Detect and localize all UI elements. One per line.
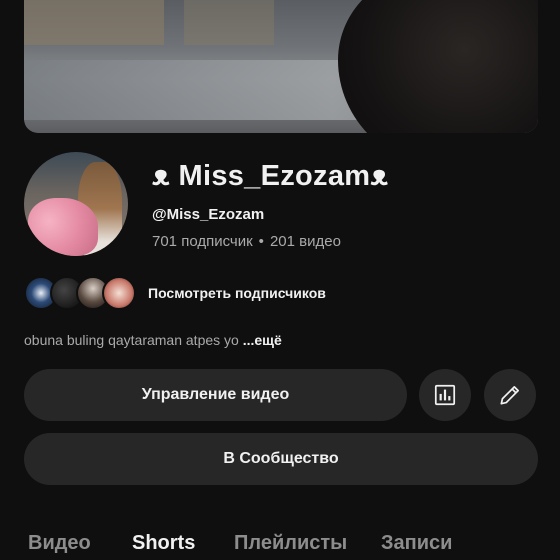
channel-name: ᴥ Miss_Ezozamᴥ bbox=[152, 160, 389, 192]
channel-handle: @Miss_Ezozam bbox=[152, 206, 265, 223]
manage-videos-button[interactable]: Управление видео bbox=[24, 369, 407, 421]
banner-building bbox=[24, 0, 164, 45]
channel-banner bbox=[24, 0, 538, 133]
channel-stats: 701 подписчик • 201 видео bbox=[152, 233, 341, 250]
bar-chart-icon bbox=[434, 384, 456, 406]
pencil-icon bbox=[500, 386, 519, 405]
channel-avatar[interactable] bbox=[24, 152, 128, 256]
tab-posts[interactable]: Записи bbox=[381, 532, 452, 555]
subscriber-avatar bbox=[102, 276, 136, 310]
channel-tabs: Видео Shorts Плейлисты Записи bbox=[0, 528, 560, 560]
stats-separator: • bbox=[258, 233, 264, 250]
banner-hair bbox=[338, 0, 538, 133]
video-count: 201 видео bbox=[269, 233, 341, 250]
subscriber-count: 701 подписчик bbox=[152, 233, 253, 250]
tab-videos[interactable]: Видео bbox=[28, 532, 91, 555]
tab-playlists[interactable]: Плейлисты bbox=[234, 532, 347, 555]
avatar-flowers bbox=[28, 198, 98, 256]
channel-description[interactable]: obuna buling qaytaraman atpes yo ...ещё bbox=[24, 332, 282, 348]
tab-shorts[interactable]: Shorts bbox=[132, 532, 195, 555]
analytics-button[interactable] bbox=[419, 369, 471, 421]
description-text: obuna buling qaytaraman atpes yo bbox=[24, 332, 243, 348]
community-button[interactable]: В Сообщество bbox=[24, 433, 538, 485]
description-more-link[interactable]: ...ещё bbox=[243, 332, 282, 348]
edit-channel-button[interactable] bbox=[484, 369, 536, 421]
banner-building bbox=[184, 0, 274, 45]
view-subscribers-link[interactable]: Посмотреть подписчиков bbox=[148, 285, 326, 301]
subscribers-preview[interactable]: Посмотреть подписчиков bbox=[24, 275, 326, 311]
